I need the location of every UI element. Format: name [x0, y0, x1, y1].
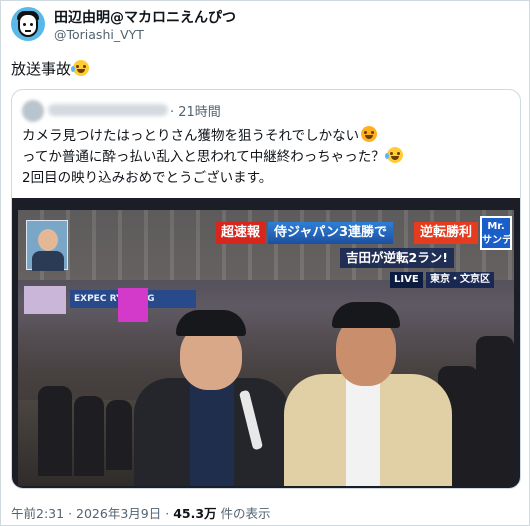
live-badge: LIVE [390, 272, 423, 288]
quoted-name-blurred [48, 104, 168, 116]
video-thumbnail[interactable]: EXPEC RYTHING 超速報 侍ジャパン3連勝で 逆転勝利 吉田が逆転2ラ… [12, 198, 520, 488]
tweet-date[interactable]: 2026年3月9日 [76, 506, 161, 521]
face-with-tears-of-joy-icon [71, 60, 90, 76]
sub-caption: 吉田が逆転2ラン! [340, 248, 454, 268]
location-label: 東京・文京区 [426, 272, 494, 288]
result-banner: 逆転勝利 [414, 222, 479, 244]
quoted-tweet[interactable]: · 21時間 カメラ見つけたはっとりさん獲物を狙うそれでしかない ってか普通に酔… [11, 89, 521, 489]
avatar-icon[interactable] [11, 7, 45, 41]
face-with-tears-of-joy-icon [384, 147, 403, 163]
tweet-text: 放送事故 [11, 58, 90, 79]
view-label: 件の表示 [220, 506, 271, 521]
tweet-time[interactable]: 午前2:31 [11, 506, 64, 521]
user-handle[interactable]: @Toriashi_VYT [54, 27, 144, 42]
reporter-figure [134, 298, 290, 486]
quoted-line-1: カメラ見つけたはっとりさん獲物を狙うそれでしかない [22, 126, 403, 147]
program-logo: Mr. サンデ [480, 216, 512, 250]
rolling-laughing-icon [361, 126, 378, 142]
tv-screen: EXPEC RYTHING 超速報 侍ジャパン3連勝で 逆転勝利 吉田が逆転2ラ… [18, 210, 514, 486]
tweet-body: 放送事故 [11, 60, 72, 78]
headline-banner: 侍ジャパン3連勝で [268, 222, 394, 244]
intruder-figure [284, 290, 452, 486]
display-name[interactable]: 田辺由明@マカロニえんぴつ [54, 7, 236, 27]
tweet-card[interactable]: 田辺由明@マカロニえんぴつ @Toriashi_VYT 放送事故 · 21時間 … [0, 0, 530, 526]
view-count: 45.3万 [173, 506, 217, 521]
quoted-timestamp[interactable]: · 21時間 [170, 101, 221, 120]
quoted-avatar-blurred [22, 100, 44, 122]
quoted-line-3: 2回目の映り込みおめでとうございます。 [22, 170, 273, 186]
breaking-tag: 超速報 [216, 222, 266, 244]
studio-inset [26, 220, 68, 271]
quoted-line-2: ってか普通に酔っ払い乱入と思われて中継終わっちゃった？ [22, 147, 403, 168]
quoted-text: カメラ見つけたはっとりさん獲物を狙うそれでしかない ってか普通に酔っ払い乱入と思… [22, 126, 403, 189]
tweet-meta: 午前2:31 · 2026年3月9日 · 45.3万 件の表示 [11, 506, 271, 521]
